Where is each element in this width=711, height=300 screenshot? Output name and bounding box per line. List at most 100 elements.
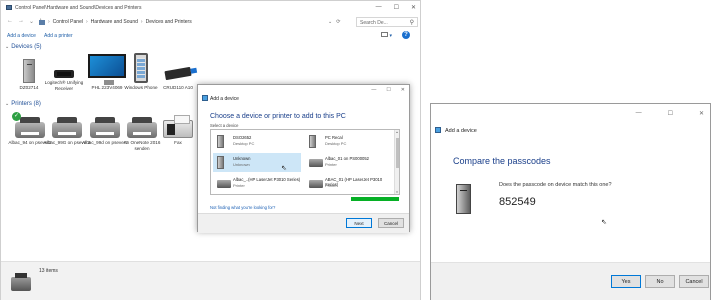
list-item[interactable]: ABAC_01 (HP LaserJet P3010 Series) Print… xyxy=(305,174,393,193)
control-panel-icon xyxy=(39,19,45,25)
scroll-down-icon[interactable]: ▾ xyxy=(395,190,399,194)
printer-icon xyxy=(309,159,323,167)
scroll-up-icon[interactable]: ▴ xyxy=(396,130,398,134)
minimize-button[interactable]: — xyxy=(636,110,642,117)
view-icon xyxy=(381,31,389,37)
address-dropdown-icon[interactable]: ⌄ xyxy=(328,19,332,25)
next-button[interactable]: Next xyxy=(346,218,372,228)
recent-locations-button[interactable]: ⌄ xyxy=(29,18,34,25)
close-button[interactable]: ✕ xyxy=(411,4,416,11)
add-device-wizard-icon xyxy=(435,127,441,133)
maximize-button[interactable]: ☐ xyxy=(386,87,390,93)
cancel-button[interactable]: Cancel xyxy=(378,218,404,228)
breadcrumb-control-panel[interactable]: Control Panel xyxy=(53,19,83,25)
list-item-name: Albac_..(HP LaserJet P3010 Series) xyxy=(233,177,301,182)
breadcrumb-separator: › xyxy=(48,19,50,25)
list-item-name: PC Recal xyxy=(325,135,343,140)
search-progress-bar xyxy=(351,197,399,201)
desktop-pc-icon xyxy=(217,156,224,169)
passcode-value: 852549 xyxy=(499,196,536,208)
desktop-pc-icon xyxy=(456,184,471,214)
close-button[interactable]: ✕ xyxy=(699,110,704,117)
dialog-footer: Next Cancel xyxy=(198,213,409,233)
list-item-type: Printer xyxy=(325,183,337,188)
refresh-icon[interactable]: ⟳ xyxy=(336,19,340,25)
minimize-button[interactable]: — xyxy=(376,4,382,11)
cancel-button[interactable]: Cancel xyxy=(679,275,709,288)
list-item-type: Printer xyxy=(233,183,245,188)
breadcrumb-separator: › xyxy=(85,19,88,25)
breadcrumb: › Control Panel › Hardware and Sound › D… xyxy=(39,19,192,25)
list-item[interactable]: Albac_01 on PS000052 Printer xyxy=(305,153,393,172)
add-device-dialog: — ☐ ✕ Add a device Choose a device or pr… xyxy=(197,84,410,233)
add-printer-button[interactable]: Add a printer xyxy=(44,33,73,39)
list-item-name: DSO2652 xyxy=(233,135,252,140)
list-item-name: Albac_01 on PS000052 xyxy=(325,156,370,161)
list-item[interactable]: DSO2652 Desktop PC xyxy=(213,132,301,151)
list-item[interactable]: Albac_..(HP LaserJet P3010 Series) Print… xyxy=(213,174,301,193)
phone-icon xyxy=(134,53,148,83)
printers-group-header[interactable]: ⌄ Printers (8) xyxy=(5,101,41,107)
maximize-button[interactable]: ☐ xyxy=(394,4,399,11)
list-item-type: Printer xyxy=(325,162,337,167)
dialog-subheading: Select a device xyxy=(210,123,239,128)
dialog-heading: Choose a device or printer to add to thi… xyxy=(210,113,346,120)
printer-icon xyxy=(217,180,231,188)
title-bar: Control Panel\Hardware and Sound\Devices… xyxy=(1,1,420,15)
command-bar: Add a device Add a printer ▾ ? xyxy=(1,30,420,42)
window-title: Control Panel\Hardware and Sound\Devices… xyxy=(15,5,142,11)
dialog-heading: Compare the passcodes xyxy=(453,156,551,166)
compare-passcodes-window: — ☐ ✕ Add a device Compare the passcodes… xyxy=(430,103,711,300)
breadcrumb-hardware-and-sound[interactable]: Hardware and Sound xyxy=(91,19,138,25)
devices-group-label: Devices (5) xyxy=(11,44,42,50)
progress-fill xyxy=(351,197,399,201)
item-count: 13 items xyxy=(39,268,58,274)
help-icon[interactable]: ? xyxy=(402,31,410,39)
minimize-button[interactable]: — xyxy=(371,87,376,93)
list-item-selected[interactable]: Unknown Unknown xyxy=(213,153,301,172)
printer-icon xyxy=(309,180,323,188)
printer-icon xyxy=(52,117,82,138)
dialog-title: Add a device xyxy=(210,96,239,102)
list-item-type: Desktop PC xyxy=(233,141,255,146)
add-device-button[interactable]: Add a device xyxy=(7,33,36,39)
not-finding-device-link[interactable]: Not finding what you're looking for? xyxy=(210,205,275,210)
breadcrumb-devices-and-printers[interactable]: Devices and Printers xyxy=(146,19,192,25)
passcode-question: Does the passcode on device match this o… xyxy=(499,182,612,188)
close-button[interactable]: ✕ xyxy=(401,87,405,93)
dialog-footer: Yes No Cancel xyxy=(431,262,710,300)
printers-group-label: Printers (8) xyxy=(11,101,41,107)
dialog-title: Add a device xyxy=(445,128,477,134)
no-button[interactable]: No xyxy=(645,275,675,288)
list-scrollbar[interactable]: ▴ ▾ xyxy=(394,130,399,194)
list-item-type: Unknown xyxy=(233,162,250,167)
device-list[interactable]: DSO2652 Desktop PC PC Recal Desktop PC U… xyxy=(210,129,400,195)
maximize-button[interactable]: ☐ xyxy=(668,110,673,117)
change-view-button[interactable]: ▾ xyxy=(381,31,392,39)
address-bar: ← → ⌄ ↑ › Control Panel › Hardware and S… xyxy=(1,16,420,29)
list-item[interactable]: PC Recal Desktop PC xyxy=(305,132,393,151)
breadcrumb-separator: › xyxy=(140,19,143,25)
usb-receiver-icon xyxy=(54,70,74,78)
desktop-pc-icon xyxy=(217,135,224,148)
list-item-type: Desktop PC xyxy=(325,141,347,146)
control-panel-icon xyxy=(6,5,12,10)
view-dropdown-icon: ▾ xyxy=(389,32,392,39)
forward-button[interactable]: → xyxy=(18,18,24,25)
back-button[interactable]: ← xyxy=(7,18,13,25)
yes-button[interactable]: Yes xyxy=(611,275,641,288)
list-item-name: Unknown xyxy=(233,156,251,161)
details-pane: 13 items xyxy=(1,261,420,300)
search-input[interactable]: Search De... ⚲ xyxy=(356,17,418,27)
mouse-cursor-icon: ⇖ xyxy=(601,219,607,226)
devices-group-header[interactable]: ⌄ Devices (5) xyxy=(5,44,42,50)
printer-icon xyxy=(11,273,31,291)
search-icon: ⚲ xyxy=(409,20,414,26)
scrollbar-thumb[interactable] xyxy=(396,138,399,168)
chevron-down-icon: ⌄ xyxy=(5,44,10,50)
desktop-pc-icon xyxy=(23,59,35,83)
mouse-cursor-icon: ⇖ xyxy=(281,165,287,172)
desktop-pc-icon xyxy=(309,135,316,148)
chevron-down-icon: ⌄ xyxy=(5,101,10,107)
add-device-wizard-icon xyxy=(202,95,208,101)
